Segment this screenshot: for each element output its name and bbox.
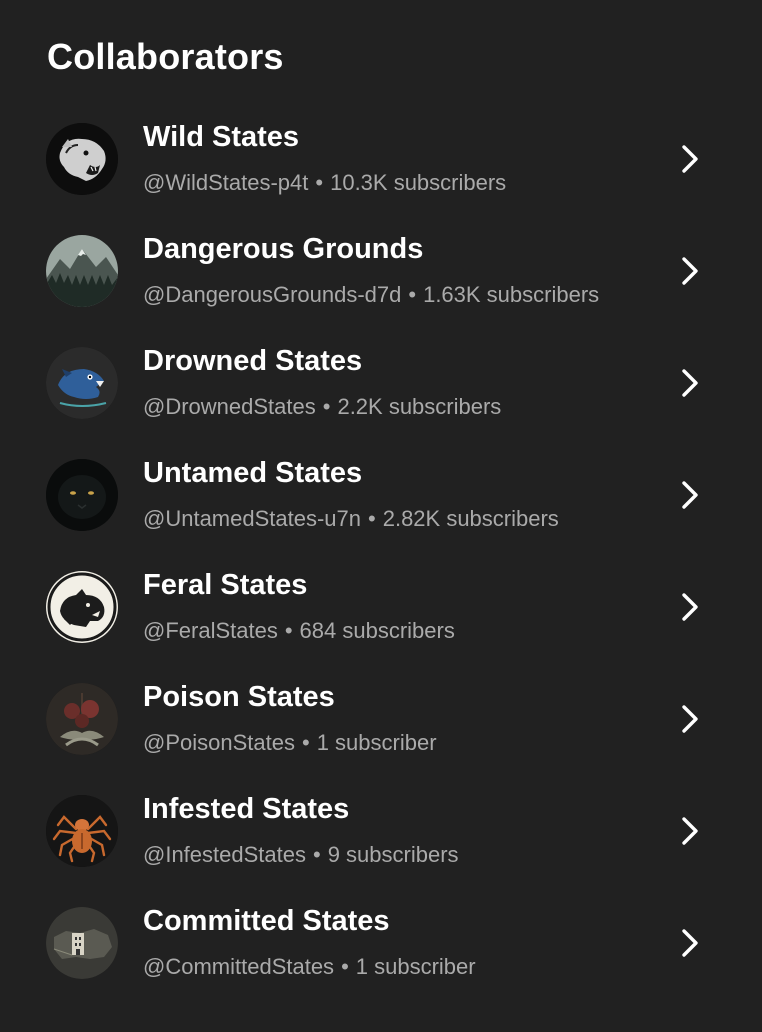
collaborator-handle: @FeralStates [143,618,278,643]
chevron-right-icon[interactable] [676,813,706,849]
collaborator-handle: @WildStates-p4t [143,170,309,195]
collaborator-row-untamed-states[interactable]: Untamed States @UntamedStates-u7n • 2.82K … [0,439,762,551]
chevron-right-icon[interactable] [676,925,706,961]
collaborator-handle: @DrownedStates [143,394,316,419]
separator-dot: • [322,394,331,419]
collaborator-row-dangerous-grounds[interactable]: Dangerous Grounds @DangerousGrounds-d7d •… [0,215,762,327]
separator-dot: • [315,170,324,195]
chevron-right-icon[interactable] [676,477,706,513]
separator-dot: • [301,730,310,755]
subscriber-count: 1 subscriber [316,730,437,755]
subscriber-count: 1 subscriber [355,954,476,979]
chevron-right-icon[interactable] [676,365,706,401]
collaborator-handle: @CommittedStates [143,954,335,979]
collaborator-name: Committed States [143,905,390,937]
collaborator-meta: @InfestedStates • 9 subscribers [143,842,459,868]
subscriber-count: 9 subscribers [327,842,459,867]
collaborator-meta: @UntamedStates-u7n • 2.82K subscribers [143,506,559,532]
separator-dot: • [284,618,293,643]
collaborator-row-wild-states[interactable]: Wild States @WildStates-p4t • 10.3K subscr… [0,103,762,215]
panther-avatar-icon[interactable] [46,123,118,195]
collaborator-name: Dangerous Grounds [143,233,424,265]
collaborator-meta: @DangerousGrounds-d7d • 1.63K subscribers [143,282,599,308]
separator-dot: • [368,506,376,531]
collaborator-name: Poison States [143,681,335,713]
collaborator-row-poison-states[interactable]: Poison States @PoisonStates • 1 subscriber [0,663,762,775]
chevron-right-icon[interactable] [676,253,706,289]
subscriber-count: 684 subscribers [299,618,455,643]
mountain-forest-avatar-icon[interactable] [46,235,118,307]
collaborator-name: Feral States [143,569,308,601]
separator-dot: • [341,954,349,979]
subscriber-count: 10.3K subscribers [330,170,507,195]
subscriber-count: 2.2K subscribers [337,394,502,419]
collaborator-row-infested-states[interactable]: Infested States @InfestedStates • 9 subscr… [0,775,762,887]
collaborator-name: Drowned States [143,345,363,377]
collaborator-name: Untamed States [143,457,363,489]
subscriber-count: 1.63K subscribers [423,282,600,307]
separator-dot: • [312,842,321,867]
collaborator-handle: @InfestedStates [143,842,306,867]
separator-dot: • [408,282,417,307]
collaborator-meta: @PoisonStates • 1 subscriber [143,730,437,756]
chevron-right-icon[interactable] [676,141,706,177]
collaborator-row-committed-states[interactable]: Committed States @CommittedStates • 1 subs… [0,887,762,999]
collaborator-meta: @CommittedStates • 1 subscriber [143,954,476,980]
poison-plant-avatar-icon[interactable] [46,683,118,755]
fish-avatar-icon[interactable] [46,347,118,419]
black-panther-avatar-icon[interactable] [46,459,118,531]
collaborator-name: Wild States [143,121,300,153]
collaborator-row-drowned-states[interactable]: Drowned States @DrownedStates • 2.2K subsc… [0,327,762,439]
collaborator-handle: @UntamedStates-u7n [143,506,362,531]
collaborator-name: Infested States [143,793,350,825]
asylum-map-avatar-icon[interactable] [46,907,118,979]
collaborator-meta: @DrownedStates • 2.2K subscribers [143,394,501,420]
collaborator-meta: @WildStates-p4t • 10.3K subscribers [143,170,506,196]
chevron-right-icon[interactable] [676,701,706,737]
collaborator-meta: @FeralStates • 684 subscribers [143,618,455,644]
chevron-right-icon[interactable] [676,589,706,625]
spider-avatar-icon[interactable] [46,795,118,867]
section-title: Collaborators [47,36,284,77]
collaborator-row-feral-states[interactable]: Feral States @FeralStates • 684 subscriber… [0,551,762,663]
subscriber-count: 2.82K subscribers [382,506,559,531]
feral-hog-avatar-icon[interactable] [46,571,118,643]
collaborator-handle: @DangerousGrounds-d7d [143,282,402,307]
collaborator-handle: @PoisonStates [143,730,295,755]
collaborators-list: Wild States @WildStates-p4t • 10.3K subscr… [0,103,762,999]
